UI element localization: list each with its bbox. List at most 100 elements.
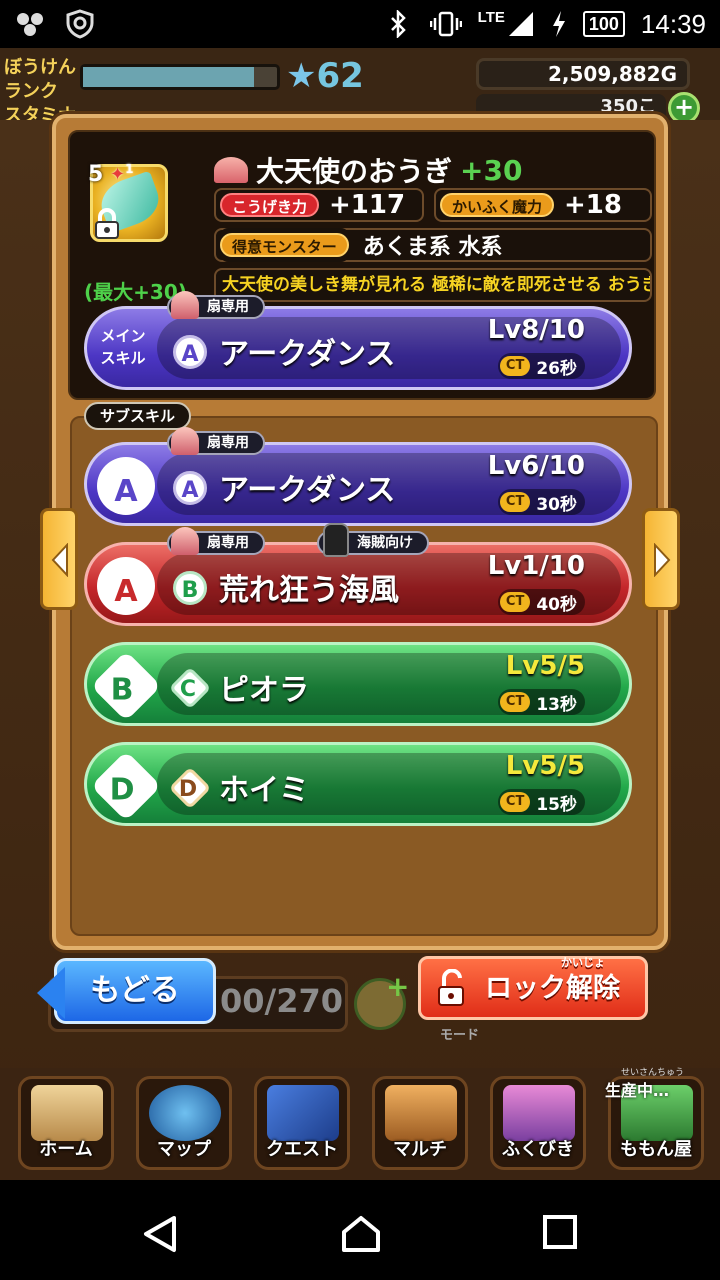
back-button[interactable]: もどる [37, 958, 216, 1024]
item-star-icon: ✦1 [110, 162, 134, 185]
skill-name: 荒れ狂う海風 [219, 573, 399, 608]
clock: 14:39 [640, 8, 706, 39]
next-arrow-button[interactable] [642, 508, 680, 610]
book-icon [267, 1085, 339, 1141]
add-capacity-button[interactable]: + [386, 970, 409, 1003]
bluetooth-icon [382, 8, 414, 40]
skill-name: アークダンス [219, 473, 396, 508]
skill-cooldown: CT 15秒 [497, 789, 585, 815]
home-icon [31, 1085, 103, 1141]
skill-cooldown: CT 13秒 [497, 689, 585, 715]
nav-home[interactable]: ホーム [18, 1076, 114, 1170]
skill-rank-badge: A [173, 335, 207, 369]
skill-rank-badge: A [173, 471, 207, 505]
monster-value: あくま系 水系 [362, 235, 503, 260]
recents-square-icon[interactable] [542, 1214, 578, 1250]
heal-value: +18 [564, 190, 622, 220]
sub-skill-4[interactable]: D D ホイミ Lv5/5 CT 15秒 [84, 742, 632, 826]
rank-value: ★62 [286, 56, 364, 96]
back-triangle-icon[interactable] [140, 1214, 180, 1254]
skill-level: Lv1/10 [487, 551, 585, 581]
skill-restriction: 扇専用 [167, 291, 265, 319]
skill-slot-badge: A [97, 457, 155, 515]
charging-icon [552, 11, 565, 37]
skill-rank-badge: B [173, 571, 207, 605]
fan-icon [214, 157, 248, 183]
game-screen: ぼうけんランク スタミナ ★62 2,509,882G 350こ + 5 ✦1 … [0, 48, 720, 1180]
skill-level: Lv5/5 [505, 651, 585, 681]
skill-restriction: 扇専用 [167, 427, 265, 455]
signal-icon [508, 12, 533, 36]
mode-label: モード [440, 1028, 480, 1043]
unlock-icon [438, 969, 464, 1006]
game-nav-bar: ホーム マップ クエスト マルチ ふくびき せいさんちゅう 生産中… ももん屋 [0, 1068, 720, 1180]
item-refine: +30 [460, 153, 523, 187]
back-arrow-icon [37, 967, 65, 1019]
app-icon [14, 8, 46, 40]
network-type: LTE [477, 9, 505, 26]
monster-affinity: 得意モンスター あくま系 水系 [214, 228, 652, 262]
item-plus-level: 5 [88, 162, 104, 187]
skill-restriction-pirate: 海賊向け [317, 523, 429, 557]
stat-row: こうげき力 +117 かいふく魔力 +18 [214, 188, 652, 222]
people-icon [385, 1085, 457, 1141]
fan-icon [171, 291, 199, 319]
cloud-icon [64, 8, 96, 40]
treasure-chest-icon [503, 1085, 575, 1141]
lock-icon [95, 208, 119, 239]
game-header: ぼうけんランク スタミナ ★62 2,509,882G 350こ + [0, 48, 720, 126]
star-icon: ★ [286, 56, 317, 96]
nav-quest[interactable]: クエスト [254, 1076, 350, 1170]
nav-shop[interactable]: せいさんちゅう 生産中… ももん屋 [605, 1068, 704, 1170]
skill-slot-badge: B [90, 650, 162, 722]
fan-icon [171, 427, 199, 455]
equipment-detail-panel: 5 ✦1 (最大+30) 大天使のおうぎ +30 こうげき力 +117 かいふく… [52, 114, 668, 950]
attack-value: +117 [329, 190, 406, 220]
status-bar: LTE 100 14:39 [0, 0, 720, 48]
skill-name: ピオラ [219, 673, 309, 708]
nav-lottery[interactable]: ふくびき [490, 1076, 586, 1170]
sub-skill-label: サブスキル [84, 402, 192, 430]
attack-label: こうげき力 [220, 193, 320, 217]
main-skill-label: メインスキル [100, 327, 146, 367]
chevron-right-icon [654, 543, 671, 577]
skill-level: Lv6/10 [487, 451, 585, 481]
heal-stat: かいふく魔力 +18 [434, 188, 652, 222]
skill-restriction: 扇専用 [167, 527, 265, 555]
inventory-count: 00/270 [220, 982, 344, 1020]
main-skill[interactable]: メインスキル 扇専用 A アークダンス Lv8/10 CT 26秒 [84, 291, 632, 390]
skill-name: ホイミ [219, 773, 309, 808]
skill-cooldown: CT 30秒 [497, 489, 585, 515]
chevron-left-icon [51, 543, 68, 577]
rank-progress-bar [80, 64, 280, 90]
home-outline-icon[interactable] [340, 1214, 382, 1254]
action-footer: 00/270 + もどる かいじょ ロック解除 モード [0, 952, 720, 1062]
fan-icon [171, 527, 199, 555]
item-name: 大天使のおうぎ [256, 155, 453, 188]
attack-stat: こうげき力 +117 [214, 188, 424, 222]
vibrate-icon [429, 8, 462, 40]
skill-level: Lv8/10 [487, 315, 585, 345]
pirate-icon [323, 523, 349, 557]
skill-slot-badge: A [97, 557, 155, 615]
sub-skill-3[interactable]: B C ピオラ Lv5/5 CT 13秒 [84, 642, 632, 726]
globe-icon [149, 1085, 221, 1141]
unlock-ruby: かいじょ [561, 956, 605, 969]
prev-arrow-button[interactable] [40, 508, 78, 610]
nav-map[interactable]: マップ [136, 1076, 232, 1170]
unlock-button[interactable]: かいじょ ロック解除 [418, 956, 648, 1020]
sub-skill-1[interactable]: A 扇専用 A アークダンス Lv6/10 CT 30秒 [84, 427, 632, 526]
monster-label: 得意モンスター [220, 233, 349, 257]
skill-cooldown: CT 40秒 [497, 589, 585, 615]
skill-slot-badge: D [90, 750, 162, 822]
skill-name: アークダンス [219, 337, 396, 372]
gold-counter: 2,509,882G [476, 58, 690, 90]
item-name-row: 大天使のおうぎ +30 [214, 150, 522, 190]
heal-label: かいふく魔力 [440, 193, 555, 217]
system-nav-bar [0, 1180, 720, 1280]
item-description: 大天使の美しき舞が見れる 極稀に敵を即死させる おうぎ [214, 268, 652, 302]
production-status: 生産中… [605, 1081, 670, 1100]
skill-cooldown: CT 26秒 [497, 353, 585, 379]
nav-multi[interactable]: マルチ [372, 1076, 468, 1170]
sub-skill-2[interactable]: A 扇専用 海賊向け B 荒れ狂う海風 Lv1/10 CT 40秒 [84, 523, 632, 626]
